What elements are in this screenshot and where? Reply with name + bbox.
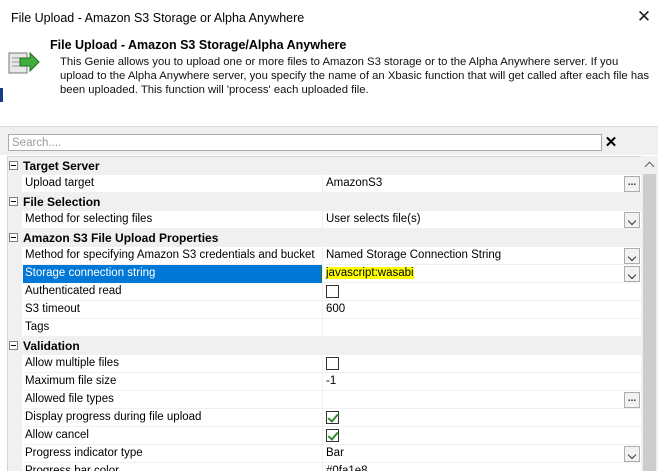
category-file-selection[interactable]: File Selection (8, 193, 641, 211)
property-name: Method for specifying Amazon S3 credenti… (23, 247, 323, 265)
collapse-icon[interactable] (9, 233, 18, 242)
category-validation[interactable]: Validation (8, 337, 641, 355)
collapse-icon[interactable] (9, 197, 18, 206)
collapse-icon[interactable] (9, 341, 18, 350)
search-bar: ✕ (0, 127, 663, 155)
checkbox-checked[interactable] (326, 411, 339, 424)
property-name: Method for selecting files (23, 211, 323, 229)
property-value (323, 409, 641, 427)
property-name: Allowed file types (23, 391, 323, 409)
vertical-scrollbar[interactable] (641, 156, 658, 471)
highlighted-value: javascript:wasabi (326, 267, 414, 279)
title-bar: File Upload - Amazon S3 Storage or Alpha… (0, 0, 663, 35)
property-allow-cancel[interactable]: Allow cancel (8, 427, 641, 445)
property-name: Tags (23, 319, 323, 337)
property-name: Upload target (23, 175, 323, 193)
scrollbar-thumb[interactable] (643, 174, 656, 471)
checkbox[interactable] (326, 285, 339, 298)
property-value[interactable]: Bar (323, 445, 641, 463)
property-value[interactable]: Named Storage Connection String (323, 247, 641, 265)
close-icon[interactable]: ✕ (634, 7, 654, 27)
property-name: Display progress during file upload (23, 409, 323, 427)
property-authenticated-read[interactable]: Authenticated read (8, 283, 641, 301)
chevron-down-icon[interactable] (624, 248, 640, 264)
checkbox-checked[interactable] (326, 429, 339, 442)
ellipsis-button[interactable]: ... (624, 392, 640, 408)
collapse-icon[interactable] (9, 161, 18, 170)
upload-arrow-icon (8, 51, 40, 74)
genie-title: File Upload - Amazon S3 Storage/Alpha An… (50, 38, 347, 52)
property-value (323, 283, 641, 301)
property-s3-timeout[interactable]: S3 timeout 600 (8, 301, 641, 319)
property-value[interactable]: AmazonS3... (323, 175, 641, 193)
property-method-selecting-files[interactable]: Method for selecting files User selects … (8, 211, 641, 229)
property-value[interactable]: 600 (323, 301, 641, 319)
category-label: Validation (23, 339, 80, 353)
property-value[interactable]: -1 (323, 373, 641, 391)
category-label: File Selection (23, 195, 101, 209)
property-value[interactable] (323, 319, 641, 337)
property-value (323, 427, 641, 445)
window-title: File Upload - Amazon S3 Storage or Alpha… (11, 11, 305, 25)
category-s3-upload-properties[interactable]: Amazon S3 File Upload Properties (8, 229, 641, 247)
property-tags[interactable]: Tags (8, 319, 641, 337)
property-maximum-file-size[interactable]: Maximum file size -1 (8, 373, 641, 391)
property-value[interactable]: #0fa1e8 (323, 463, 641, 471)
clear-search-icon[interactable]: ✕ (604, 135, 618, 151)
property-s3-credentials-method[interactable]: Method for specifying Amazon S3 credenti… (8, 247, 641, 265)
property-value (323, 355, 641, 373)
property-allowed-file-types[interactable]: Allowed file types ... (8, 391, 641, 409)
chevron-down-icon[interactable] (624, 446, 640, 462)
property-name: Progress indicator type (23, 445, 323, 463)
category-label: Target Server (23, 159, 100, 173)
property-progress-indicator-type[interactable]: Progress indicator type Bar (8, 445, 641, 463)
property-name: Allow cancel (23, 427, 323, 445)
genie-description: This Genie allows you to upload one or m… (60, 56, 650, 96)
chevron-down-icon[interactable] (624, 212, 640, 228)
property-name: S3 timeout (23, 301, 323, 319)
genie-header: File Upload - Amazon S3 Storage/Alpha An… (0, 35, 663, 127)
property-display-progress[interactable]: Display progress during file upload (8, 409, 641, 427)
property-name: Progress bar color (23, 463, 323, 471)
left-edge-mark (0, 88, 3, 102)
property-name: Allow multiple files (23, 355, 323, 373)
property-allow-multiple-files[interactable]: Allow multiple files (8, 355, 641, 373)
chevron-down-icon[interactable] (624, 266, 640, 282)
property-value[interactable]: ... (323, 391, 641, 409)
checkbox[interactable] (326, 357, 339, 370)
category-target-server[interactable]: Target Server (8, 157, 641, 175)
ellipsis-button[interactable]: ... (624, 176, 640, 192)
search-input[interactable] (8, 134, 602, 151)
property-value[interactable]: User selects file(s) (323, 211, 641, 229)
property-storage-connection-string[interactable]: Storage connection string javascript:was… (8, 265, 641, 283)
property-grid: Target Server Upload target AmazonS3... … (7, 156, 641, 471)
property-name: Maximum file size (23, 373, 323, 391)
category-label: Amazon S3 File Upload Properties (23, 231, 219, 245)
property-progress-bar-color[interactable]: Progress bar color #0fa1e8 (8, 463, 641, 471)
property-upload-target[interactable]: Upload target AmazonS3... (8, 175, 641, 193)
scroll-up-icon[interactable] (641, 156, 658, 173)
property-value[interactable]: javascript:wasabi (323, 265, 641, 283)
property-name: Authenticated read (23, 283, 323, 301)
property-name: Storage connection string (23, 265, 323, 283)
